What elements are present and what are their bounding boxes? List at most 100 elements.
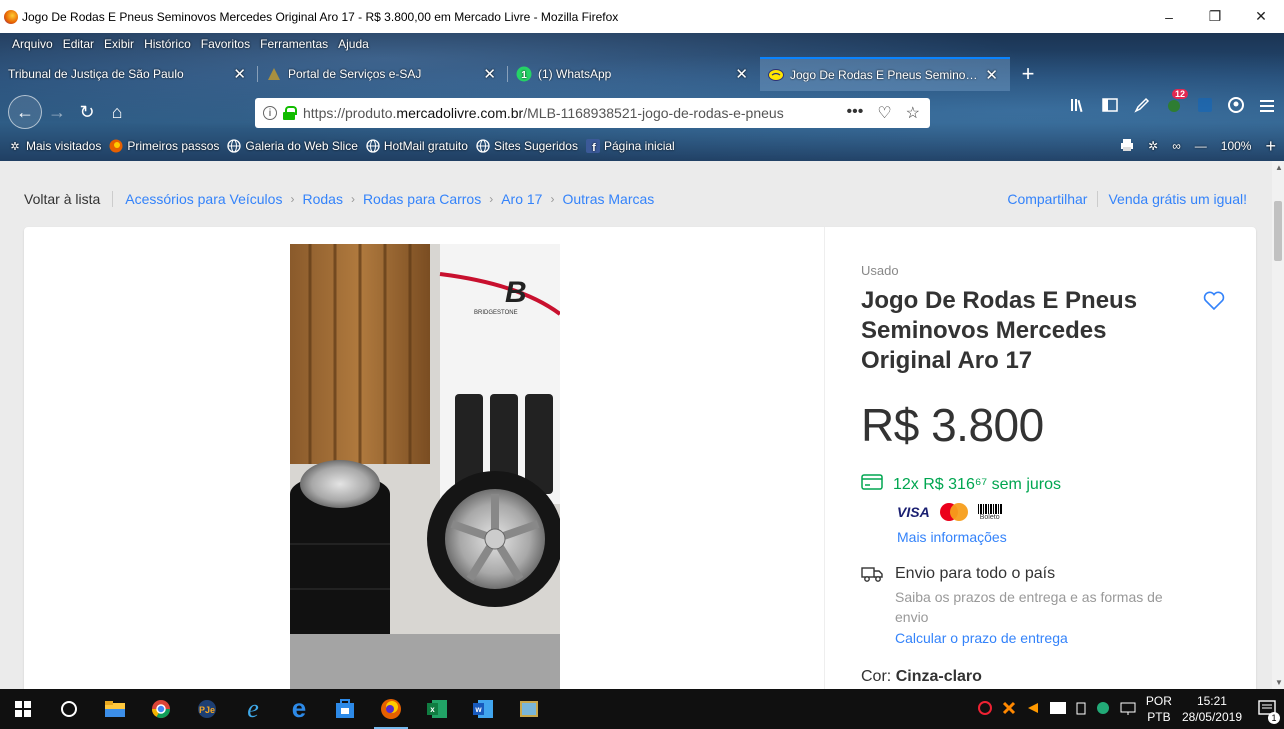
breadcrumb-item[interactable]: Rodas para Carros	[363, 191, 481, 207]
word-icon[interactable]: w	[460, 689, 506, 729]
share-link[interactable]: Compartilhar	[1007, 191, 1087, 207]
zoom-in-button[interactable]: +	[1265, 136, 1276, 157]
extension-badge-icon[interactable]: 12	[1166, 89, 1189, 118]
firefox-icon	[109, 139, 123, 153]
infinity-icon[interactable]: ∞	[1172, 139, 1181, 153]
bookmark-pagina-inicial[interactable]: f Página inicial	[585, 139, 675, 153]
tab-mercadolivre[interactable]: Jogo De Rodas E Pneus Seminovos Mercedes…	[760, 57, 1010, 91]
tray-app-icon[interactable]	[1049, 701, 1066, 717]
sell-similar-link[interactable]: Venda grátis um igual!	[1108, 191, 1247, 207]
menu-exibir[interactable]: Exibir	[104, 37, 134, 51]
calculate-shipping-link[interactable]: Calcular o prazo de entrega	[895, 630, 1195, 646]
minimize-button[interactable]: –	[1146, 0, 1192, 33]
network-icon[interactable]	[1120, 701, 1136, 718]
info-icon[interactable]: i	[263, 106, 277, 120]
photos-icon[interactable]	[506, 689, 552, 729]
condition-label: Usado	[861, 263, 899, 278]
firefox-taskbar-icon[interactable]	[368, 689, 414, 729]
tab-label: (1) WhatsApp	[538, 67, 612, 81]
url-domain: mercadolivre.com.br	[396, 105, 524, 121]
clock[interactable]: 15:21 28/05/2019	[1182, 693, 1242, 725]
pocket-icon[interactable]: ♡	[877, 103, 891, 123]
home-button[interactable]: ⌂	[102, 97, 132, 127]
breadcrumb-item[interactable]: Outras Marcas	[562, 191, 654, 207]
extension-pen-icon[interactable]	[1134, 97, 1150, 118]
bookmark-primeiros-passos[interactable]: Primeiros passos	[109, 139, 219, 153]
tab-whatsapp[interactable]: 1 (1) WhatsApp ✕	[508, 57, 760, 91]
tab-close-icon[interactable]: ✕	[479, 65, 500, 83]
bookmark-star-icon[interactable]: ☆	[906, 103, 920, 123]
file-explorer-icon[interactable]	[92, 689, 138, 729]
bookmark-label: Sites Sugeridos	[493, 139, 578, 153]
url-bar[interactable]: i https://produto.mercadolivre.com.br/ML…	[255, 98, 930, 128]
bookmark-mais-visitados[interactable]: ✲ Mais visitados	[8, 139, 101, 153]
language-indicator[interactable]: POR PTB	[1146, 693, 1172, 725]
tab-tribunal[interactable]: Tribunal de Justiça de São Paulo ✕	[0, 57, 258, 91]
tray-app-icon[interactable]	[1026, 701, 1040, 718]
breadcrumb-item[interactable]: Acessórios para Veículos	[125, 191, 282, 207]
menu-favoritos[interactable]: Favoritos	[201, 37, 250, 51]
reload-button[interactable]: ↻	[72, 97, 102, 127]
tray-app-icon[interactable]	[1096, 701, 1110, 718]
close-window-button[interactable]: ✕	[1238, 0, 1284, 33]
tray-battery-icon[interactable]	[1076, 701, 1086, 718]
account-icon[interactable]	[1228, 97, 1244, 118]
facebook-icon: f	[585, 139, 600, 153]
menu-editar[interactable]: Editar	[63, 37, 94, 51]
excel-icon[interactable]: x	[414, 689, 460, 729]
menu-historico[interactable]: Histórico	[144, 37, 191, 51]
tray-app-icon[interactable]	[977, 700, 992, 718]
gear-icon[interactable]: ✲	[1148, 139, 1158, 153]
notification-center-icon[interactable]: 1	[1258, 699, 1280, 724]
menu-ajuda[interactable]: Ajuda	[338, 37, 369, 51]
bookmark-label: Página inicial	[603, 139, 675, 153]
menu-arquivo[interactable]: Arquivo	[12, 37, 53, 51]
breadcrumb-item[interactable]: Aro 17	[501, 191, 542, 207]
url-text[interactable]: https://produto.mercadolivre.com.br/MLB-…	[303, 105, 847, 121]
more-info-link[interactable]: Mais informações	[897, 529, 1231, 545]
bookmark-sites-sugeridos[interactable]: Sites Sugeridos	[476, 139, 578, 153]
shipping-subtitle: Saiba os prazos de entrega e as formas d…	[895, 589, 1163, 626]
sidebar-icon[interactable]	[1102, 98, 1118, 117]
shipping-row: Envio para todo o país Saiba os prazos d…	[861, 565, 1231, 646]
windows-start-icon[interactable]	[0, 689, 46, 729]
mercadolivre-icon	[768, 67, 784, 83]
heart-icon[interactable]	[1203, 291, 1225, 316]
whatsapp-icon: 1	[516, 66, 532, 82]
zoom-level[interactable]: 100%	[1221, 139, 1252, 153]
scroll-down-icon[interactable]: ▼	[1275, 678, 1283, 687]
maximize-button[interactable]: ❐	[1192, 0, 1238, 33]
back-to-list-link[interactable]: Voltar à lista	[24, 191, 100, 207]
page-actions-icon[interactable]: •••	[847, 103, 864, 123]
library-icon[interactable]	[1070, 98, 1086, 117]
breadcrumb: Voltar à lista Acessórios para Veículos …	[24, 191, 654, 207]
scrollbar-thumb[interactable]	[1274, 201, 1282, 261]
product-photo[interactable]: B BRIDGESTONE	[290, 244, 560, 689]
zoom-out-button[interactable]: —	[1195, 139, 1207, 153]
tab-close-icon[interactable]: ✕	[229, 65, 250, 83]
bookmark-galeria[interactable]: Galeria do Web Slice	[227, 139, 358, 153]
menu-hamburger-icon[interactable]	[1260, 99, 1274, 117]
tray-app-icon[interactable]	[1002, 701, 1016, 718]
store-icon[interactable]	[322, 689, 368, 729]
new-tab-button[interactable]: +	[1010, 57, 1046, 91]
tab-close-icon[interactable]: ✕	[981, 66, 1002, 84]
linkedin-icon[interactable]	[1198, 98, 1212, 117]
bookmarks-right: ✲ ∞ — 100% +	[1120, 133, 1284, 159]
internet-explorer-icon[interactable]: e	[230, 689, 276, 729]
scrollbar[interactable]: ▲ ▼	[1272, 161, 1284, 689]
chrome-icon[interactable]	[138, 689, 184, 729]
edge-icon[interactable]: e	[276, 689, 322, 729]
breadcrumb-item[interactable]: Rodas	[302, 191, 342, 207]
menu-ferramentas[interactable]: Ferramentas	[260, 37, 328, 51]
back-button[interactable]: ←	[8, 95, 42, 129]
print-icon[interactable]	[1120, 138, 1134, 155]
tab-esaj[interactable]: Portal de Serviços e-SAJ ✕	[258, 57, 508, 91]
cortana-search-icon[interactable]	[46, 689, 92, 729]
bookmark-hotmail[interactable]: HotMail gratuito	[366, 139, 468, 153]
tab-close-icon[interactable]: ✕	[731, 65, 752, 83]
scroll-up-icon[interactable]: ▲	[1275, 163, 1283, 172]
keyboard-layout: PTB	[1147, 710, 1171, 724]
pje-icon[interactable]: PJe	[184, 689, 230, 729]
forward-button[interactable]: →	[42, 97, 72, 127]
